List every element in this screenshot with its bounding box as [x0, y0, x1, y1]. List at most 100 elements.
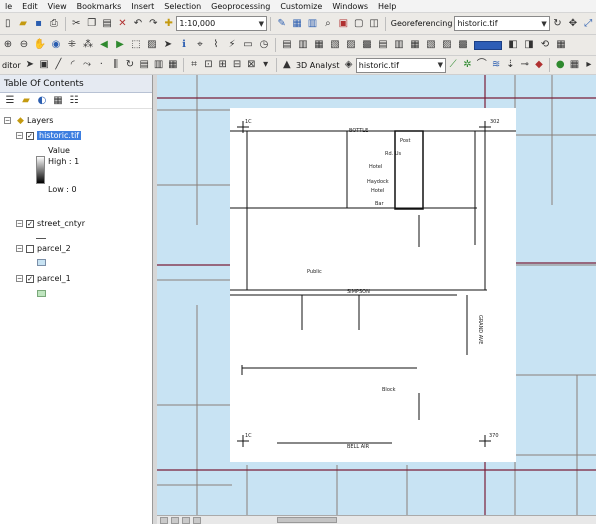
collapse-icon[interactable]: −	[16, 220, 23, 227]
undo-icon[interactable]: ↶	[132, 18, 143, 30]
create-features-icon[interactable]: ▦	[168, 59, 178, 71]
layer-visibility-checkbox[interactable]: ✓	[26, 219, 34, 228]
time-slider-icon[interactable]: ◷	[258, 39, 270, 51]
menu-selection[interactable]: Selection	[159, 2, 206, 11]
print-icon[interactable]: ⎙	[48, 18, 59, 30]
layer-visibility-checkbox[interactable]	[26, 244, 34, 253]
collapse-icon[interactable]: −	[16, 245, 23, 252]
shift-icon[interactable]: ✥	[567, 18, 578, 30]
select-elements-icon[interactable]: ➤	[162, 39, 174, 51]
full-extent-icon[interactable]: ◉	[50, 39, 62, 51]
new-document-icon[interactable]: ▯	[2, 18, 13, 30]
layout-tool-7-icon[interactable]: ▤	[377, 39, 389, 51]
snapping-icon[interactable]: ⌗	[189, 59, 199, 71]
menu-help[interactable]: Help	[373, 2, 401, 11]
open-folder-icon[interactable]: ▰	[17, 18, 28, 30]
model-builder-icon[interactable]: ◫	[368, 18, 379, 30]
pan-icon[interactable]: ✋	[34, 39, 46, 51]
swipe-icon[interactable]: ◧	[507, 39, 519, 51]
data-view-button[interactable]	[160, 516, 168, 524]
steepest-path-icon[interactable]: ⇣	[505, 59, 515, 71]
snap-edge-icon[interactable]: ⊠	[246, 59, 256, 71]
layout-tool-5-icon[interactable]: ▨	[345, 39, 357, 51]
edit-tool-icon[interactable]: ➤	[25, 59, 35, 71]
editor-menu-label[interactable]: ditor	[2, 61, 21, 70]
hyperlink-icon[interactable]: ⚡	[226, 39, 238, 51]
layout-tool-2-icon[interactable]: ▥	[297, 39, 309, 51]
layout-tool-8-icon[interactable]: ▥	[393, 39, 405, 51]
menu-customize[interactable]: Customize	[275, 2, 327, 11]
3d-analyst-icon[interactable]: ▲	[282, 59, 292, 71]
select-features-icon[interactable]: ⬚	[130, 39, 142, 51]
georef-layer-combo[interactable]: historic.tif ▼	[454, 16, 550, 31]
paste-icon[interactable]: ▤	[101, 18, 112, 30]
layout-tool-12-icon[interactable]: ▩	[457, 39, 469, 51]
update-display-icon[interactable]: ⟲	[539, 39, 551, 51]
3d-layer-combo[interactable]: historic.tif ▼	[355, 57, 446, 73]
menu-edit[interactable]: Edit	[17, 2, 43, 11]
contour-icon[interactable]: ≋	[491, 59, 501, 71]
layout-tool-10-icon[interactable]: ▧	[425, 39, 437, 51]
measure-icon[interactable]: ⌇	[210, 39, 222, 51]
layout-tool-4-icon[interactable]: ▧	[329, 39, 341, 51]
layout-tool-11-icon[interactable]: ▨	[441, 39, 453, 51]
fixed-zoom-out-icon[interactable]: ⁂	[82, 39, 94, 51]
layer-visibility-checkbox[interactable]: ✓	[26, 131, 34, 140]
interpolate-line-icon[interactable]: ⟋	[448, 59, 458, 71]
zoom-out-icon[interactable]: ⊖	[18, 39, 30, 51]
menu-bookmarks[interactable]: Bookmarks	[72, 2, 127, 11]
more-tools-icon[interactable]: ▸	[584, 59, 594, 71]
interpolate-point-icon[interactable]: ✲	[462, 59, 472, 71]
layout-tool-3-icon[interactable]: ▦	[313, 39, 325, 51]
cut-icon[interactable]: ✂	[71, 18, 82, 30]
view-link-table-icon[interactable]: ▦	[555, 39, 567, 51]
save-icon[interactable]: ▪	[33, 18, 44, 30]
html-popup-icon[interactable]: ▭	[242, 39, 254, 51]
sketch-properties-icon[interactable]: ▥	[153, 59, 163, 71]
add-control-points-icon[interactable]: ⤢	[583, 18, 594, 30]
list-by-drawing-order-icon[interactable]: ☰	[4, 95, 16, 107]
toc-options-icon[interactable]: ☷	[68, 95, 80, 107]
globe-icon[interactable]: ●	[555, 59, 565, 71]
map-scroll-bar[interactable]	[157, 515, 596, 524]
collapse-icon[interactable]: −	[4, 117, 11, 124]
layout-tool-6-icon[interactable]: ▩	[361, 39, 373, 51]
back-extent-icon[interactable]: ◀	[98, 39, 110, 51]
catalog-icon[interactable]: ▥	[307, 18, 318, 30]
georeferencing-label[interactable]: Georeferencing	[391, 19, 453, 28]
snap-vertex-icon[interactable]: ⊟	[232, 59, 242, 71]
point-icon[interactable]: ·	[96, 59, 106, 71]
profile-graph-icon[interactable]: ⌒	[477, 59, 487, 71]
attributes-icon[interactable]: ▤	[139, 59, 149, 71]
collapse-icon[interactable]: −	[16, 275, 23, 282]
layer-row-parcel-2[interactable]: − parcel_2	[16, 244, 71, 253]
layout-tool-9-icon[interactable]: ▦	[409, 39, 421, 51]
map-display[interactable]: BOTTLE SIMPSON BELL AIR Post Rd. Us Hote…	[157, 75, 596, 515]
editor-toolbar-icon[interactable]: ✎	[276, 18, 287, 30]
find-icon[interactable]: ⌖	[194, 39, 206, 51]
fixed-zoom-in-icon[interactable]: ⁜	[66, 39, 78, 51]
redo-icon[interactable]: ↷	[148, 18, 159, 30]
horizontal-scroll-thumb[interactable]	[277, 517, 337, 523]
layer-row-parcel-1[interactable]: − ✓ parcel_1	[16, 274, 71, 283]
menu-view[interactable]: View	[43, 2, 72, 11]
raster-tool-icon[interactable]: ▦	[569, 59, 579, 71]
snap-point-icon[interactable]: ⊡	[203, 59, 213, 71]
3d-analyst-label[interactable]: 3D Analyst	[296, 61, 340, 70]
layer-row-historic[interactable]: − ✓ historic.tif	[16, 131, 82, 140]
layer-row-street[interactable]: − ✓ street_cntyr	[16, 219, 85, 228]
rotate-icon[interactable]: ↻	[552, 18, 563, 30]
list-by-source-icon[interactable]: ▰	[20, 95, 32, 107]
snap-options-icon[interactable]: ▾	[260, 59, 270, 71]
layer-visibility-checkbox[interactable]: ✓	[26, 274, 34, 283]
arcscene-icon[interactable]: ◆	[534, 59, 544, 71]
python-icon[interactable]: ▢	[353, 18, 364, 30]
menu-insert[interactable]: Insert	[126, 2, 159, 11]
layout-tool-1-icon[interactable]: ▤	[281, 39, 293, 51]
layer-name[interactable]: historic.tif	[37, 131, 82, 140]
collapse-icon[interactable]: −	[16, 132, 23, 139]
zoom-in-icon[interactable]: ⊕	[2, 39, 14, 51]
list-by-visibility-icon[interactable]: ◐	[36, 95, 48, 107]
layer-name[interactable]: street_cntyr	[37, 219, 85, 228]
clear-selection-icon[interactable]: ▨	[146, 39, 158, 51]
